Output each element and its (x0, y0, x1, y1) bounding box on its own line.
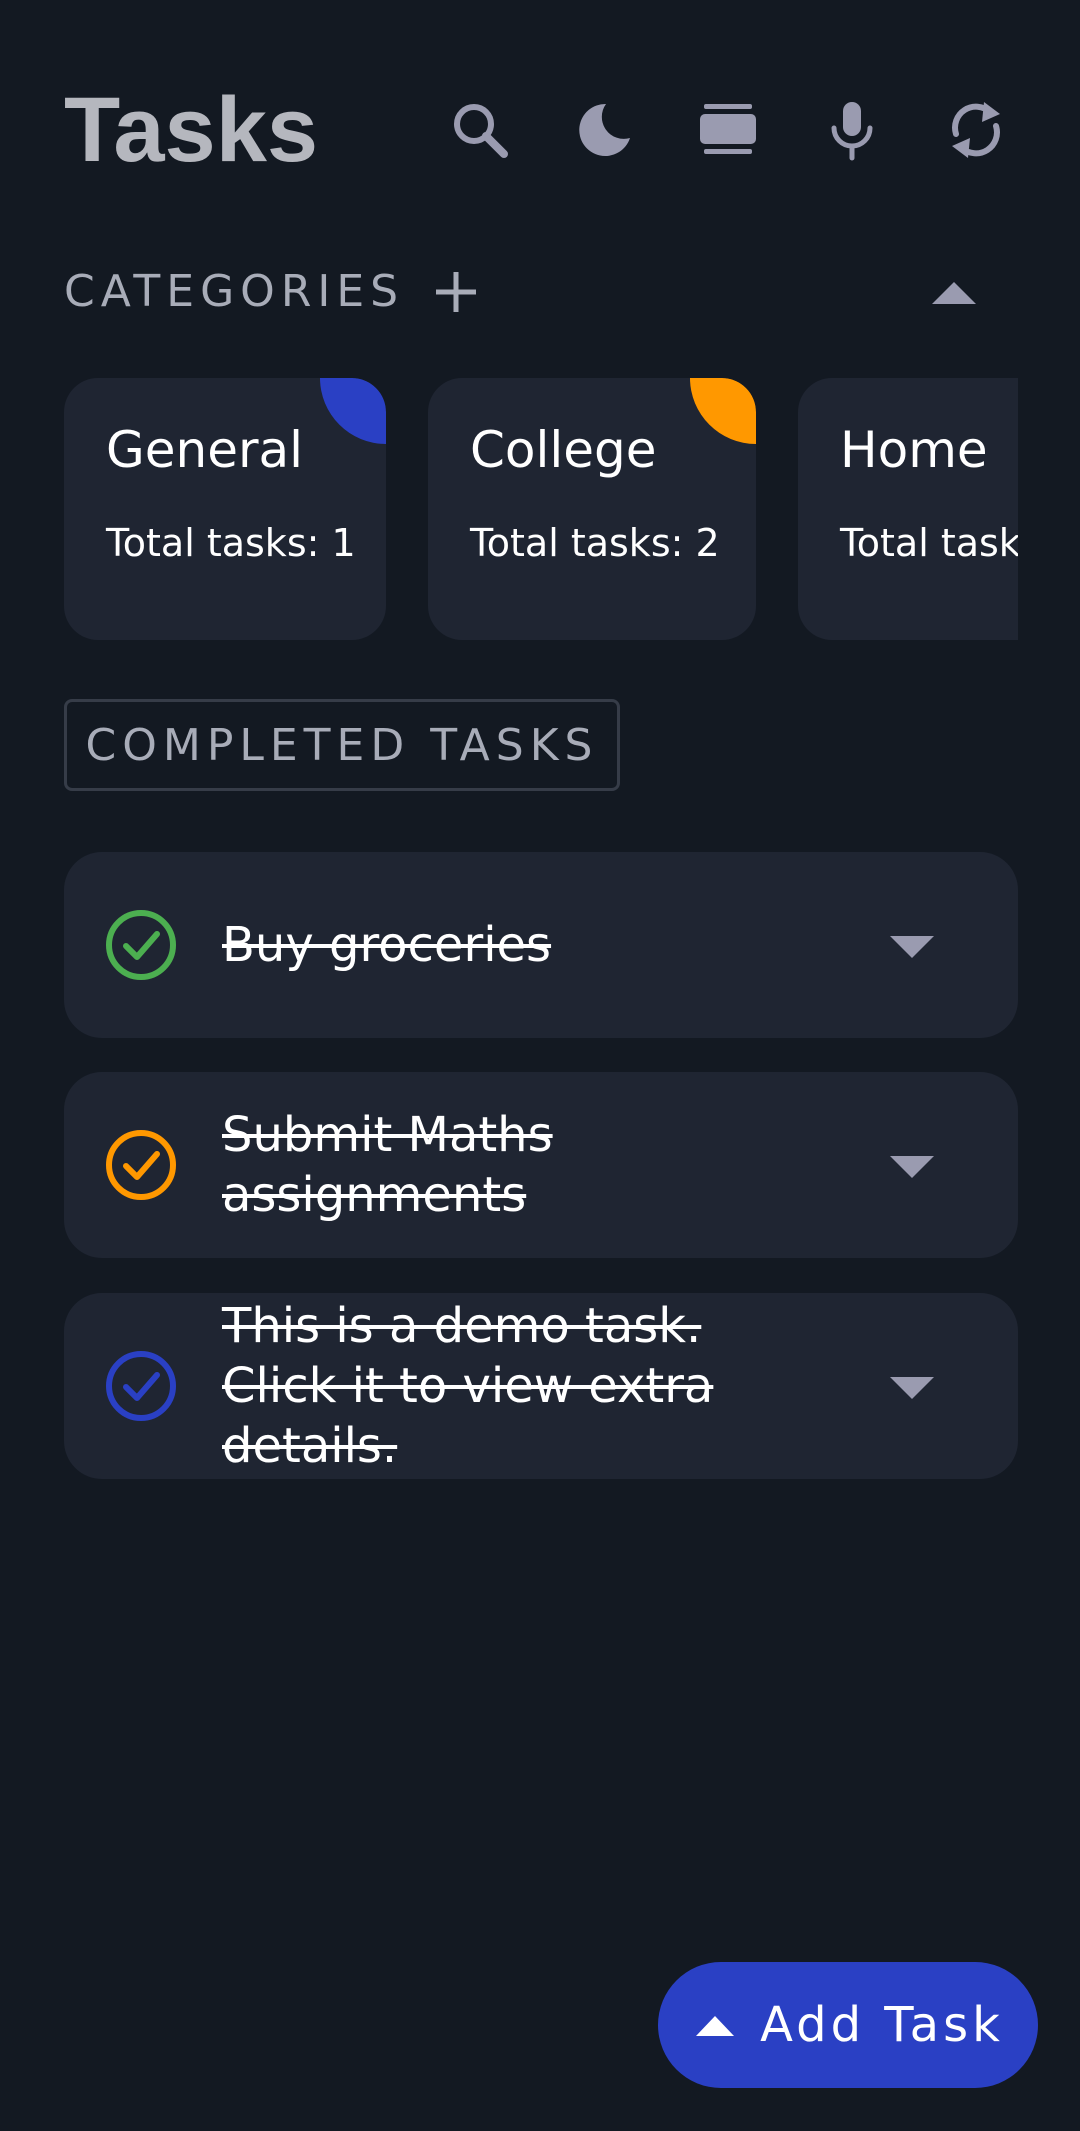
chevron-down-icon[interactable] (884, 918, 940, 974)
chevron-down-icon[interactable] (884, 1138, 940, 1194)
category-name: General (106, 421, 304, 479)
categories-header: CATEGORIES (64, 262, 984, 322)
view-toggle-button[interactable] (690, 92, 766, 168)
page-title: Tasks (64, 79, 319, 181)
sync-icon (952, 102, 1000, 158)
caret-up-icon (696, 2016, 735, 2036)
category-color-tag (320, 378, 386, 444)
task-title: Submit Maths assignments (222, 1107, 553, 1223)
search-button[interactable] (442, 92, 518, 168)
category-card-home[interactable]: Home Total tasks: 0 (798, 378, 1018, 640)
voice-button[interactable] (814, 92, 890, 168)
categories-list: General Total tasks: 1 College Total tas… (64, 378, 1018, 640)
caret-up-icon (932, 282, 976, 304)
toolbar (394, 92, 1014, 168)
chevron-down-icon[interactable] (884, 1359, 940, 1415)
task-title: This is a demo task. Click it to view ex… (222, 1298, 714, 1474)
microphone-icon (831, 102, 873, 161)
header: Tasks (64, 72, 1014, 182)
plus-icon (436, 272, 476, 312)
category-count: Total tasks: 1 (106, 521, 356, 565)
view-icon (700, 104, 756, 154)
completed-tasks-toggle[interactable]: COMPLETED TASKS (64, 699, 620, 791)
check-circle-icon[interactable] (104, 1349, 178, 1423)
app-root: Tasks CATEGORIES General Total tasks: 1 … (0, 0, 1080, 2131)
add-task-button[interactable]: Add Task (658, 1962, 1038, 2088)
search-icon (454, 104, 508, 158)
task-title: Buy groceries (222, 917, 552, 973)
task-item[interactable]: Buy groceries (64, 852, 1018, 1038)
category-name: College (470, 421, 657, 479)
theme-toggle-button[interactable] (566, 92, 642, 168)
categories-title: CATEGORIES (64, 266, 405, 317)
add-category-button[interactable] (426, 262, 486, 322)
category-card-general[interactable]: General Total tasks: 1 (64, 378, 386, 640)
category-count: Total tasks: 0 (840, 521, 1018, 565)
check-circle-icon[interactable] (104, 1128, 178, 1202)
category-color-tag (690, 378, 756, 444)
task-item[interactable]: This is a demo task. Click it to view ex… (64, 1293, 1018, 1479)
moon-icon (579, 103, 630, 156)
category-card-college[interactable]: College Total tasks: 2 (428, 378, 756, 640)
category-name: Home (840, 421, 988, 479)
check-circle-icon[interactable] (104, 908, 178, 982)
collapse-categories-button[interactable] (924, 262, 984, 322)
category-count: Total tasks: 2 (470, 521, 720, 565)
task-item[interactable]: Submit Maths assignments (64, 1072, 1018, 1258)
add-task-label: Add Task (760, 1997, 1004, 2053)
sync-button[interactable] (938, 92, 1014, 168)
